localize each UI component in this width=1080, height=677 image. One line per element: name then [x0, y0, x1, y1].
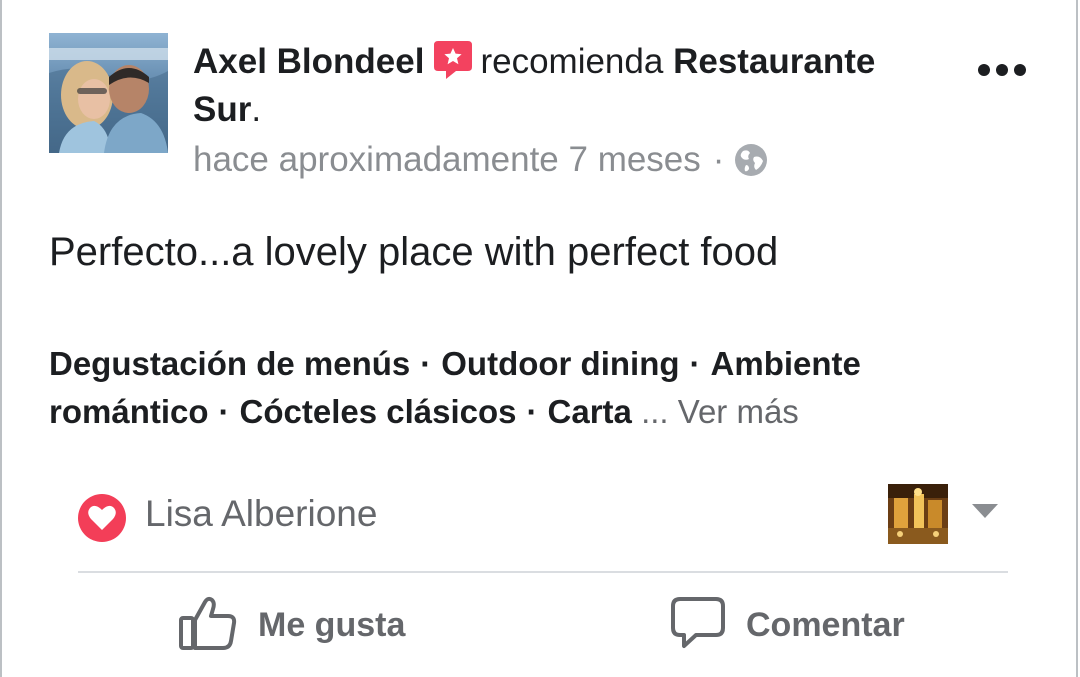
more-horizontal-icon[interactable]	[976, 60, 1028, 80]
comment-button[interactable]: Comentar	[670, 590, 905, 660]
heart-reaction-icon[interactable]	[77, 493, 127, 543]
tag-item: Outdoor dining	[441, 345, 680, 382]
post-timestamp[interactable]: hace aproximadamente 7 meses	[193, 140, 701, 179]
divider	[78, 571, 1008, 573]
like-button[interactable]: Me gusta	[178, 590, 405, 660]
author-name[interactable]: Axel Blondeel	[193, 42, 424, 81]
meta-separator: ·	[712, 140, 725, 179]
post-meta: hace aproximadamente 7 meses ·	[193, 138, 768, 182]
post-header: Axel Blondeel recomienda Restaurante Sur.	[193, 38, 953, 134]
recommendation-tags: Degustación de menús · Outdoor dining · Ambi…	[49, 340, 979, 436]
trailing-period: .	[251, 90, 262, 129]
comment-label: Comentar	[746, 605, 905, 644]
tag-item: Carta	[547, 393, 632, 430]
reaction-user-name[interactable]: Lisa Alberione	[145, 490, 377, 538]
recommend-verb: recomienda	[480, 42, 664, 81]
globe-icon	[734, 143, 768, 177]
author-avatar[interactable]	[49, 33, 168, 153]
tag-separator: ·	[689, 345, 701, 382]
post-body: Perfecto...a lovely place with perfect f…	[49, 230, 779, 274]
thumbs-up-icon	[178, 594, 238, 657]
like-label: Me gusta	[258, 605, 406, 644]
caret-down-icon[interactable]	[970, 502, 1000, 520]
tag-separator: ·	[420, 345, 432, 382]
post-card: Axel Blondeel recomienda Restaurante Sur.…	[0, 0, 1078, 677]
tag-separator: ·	[218, 393, 230, 430]
tag-separator: ·	[526, 393, 538, 430]
page-thumbnail[interactable]	[888, 484, 948, 544]
see-more-link[interactable]: ... Ver más	[641, 393, 799, 430]
tag-item: Degustación de menús	[49, 345, 411, 382]
star-speech-bubble-icon	[432, 38, 474, 80]
tag-item: Cócteles clásicos	[239, 393, 517, 430]
comment-bubble-icon	[670, 595, 726, 656]
